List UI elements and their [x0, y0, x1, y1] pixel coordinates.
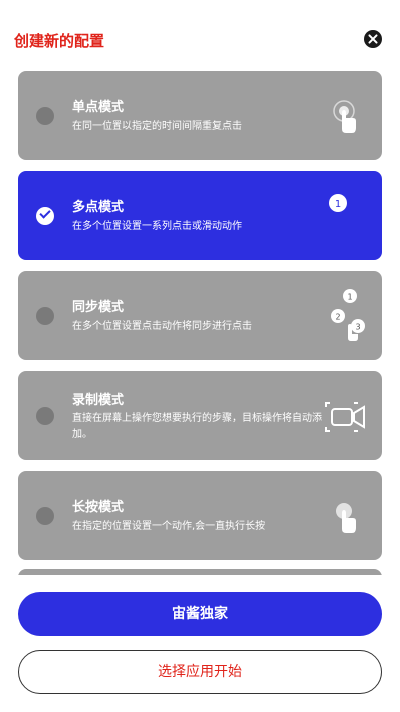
tap-badge-number: 2	[335, 313, 340, 322]
mode-card-multi[interactable]: 多点模式 在多个位置设置一系列点击或滑动动作 1	[18, 171, 382, 260]
mode-description: 在多个位置设置点击动作将同步进行点击	[72, 321, 252, 332]
close-icon[interactable]	[364, 30, 382, 48]
tap-badge-number: 3	[355, 323, 360, 332]
mode-name: 多点模式	[72, 200, 125, 215]
mode-description: 在同一位置以指定的时间间隔重复点击	[72, 121, 242, 132]
single-tap-icon	[333, 100, 356, 133]
mode-name: 长按模式	[72, 500, 125, 515]
page-title: 创建新的配置	[14, 32, 105, 50]
tap-badge-number: 1	[347, 293, 352, 302]
mode-list: 单点模式 在同一位置以指定的时间间隔重复点击 多点模式 在多个位置设置一系列点击…	[18, 71, 382, 575]
primary-button[interactable]: 宙酱独家	[18, 592, 382, 636]
config-sheet: 创建新的配置 单点模式 在同一位置以指定的时间间隔重复点击 多点模式 在多个位置…	[0, 0, 400, 712]
mode-card-record[interactable]: 录制模式 直接在屏幕上操作您想要执行的步骤，目标操作将自动添加。	[18, 371, 382, 460]
radio-button[interactable]	[36, 407, 54, 425]
mode-name: 同步模式	[72, 300, 125, 315]
long-press-icon	[336, 503, 356, 533]
mode-description: 在多个位置设置一系列点击或滑动动作	[72, 221, 242, 232]
mode-card-single[interactable]: 单点模式 在同一位置以指定的时间间隔重复点击	[18, 71, 382, 160]
mode-card-sync[interactable]: 同步模式 在多个位置设置点击动作将同步进行点击 1 2 3	[18, 271, 382, 360]
radio-button[interactable]	[36, 507, 54, 525]
radio-button[interactable]	[36, 107, 54, 125]
mode-name: 单点模式	[72, 100, 125, 115]
video-record-icon	[325, 402, 365, 432]
mode-card-partial[interactable]	[18, 569, 382, 575]
sync-tap-icon: 1 2 3	[331, 289, 365, 341]
multi-tap-icon: 1	[329, 194, 347, 212]
radio-button-checked[interactable]	[36, 207, 54, 225]
tap-badge-number: 1	[335, 199, 341, 210]
check-icon	[39, 207, 51, 219]
mode-name: 录制模式	[72, 393, 125, 408]
select-app-button[interactable]: 选择应用开始	[18, 650, 382, 694]
mode-description: 在指定的位置设置一个动作,会一直执行长按	[72, 521, 266, 532]
mode-card-long-press[interactable]: 长按模式 在指定的位置设置一个动作,会一直执行长按	[18, 471, 382, 560]
radio-button[interactable]	[36, 307, 54, 325]
mode-description: 直接在屏幕上操作您想要执行的步骤，目标操作将自动添加。	[72, 413, 322, 440]
header: 创建新的配置	[0, 22, 400, 58]
